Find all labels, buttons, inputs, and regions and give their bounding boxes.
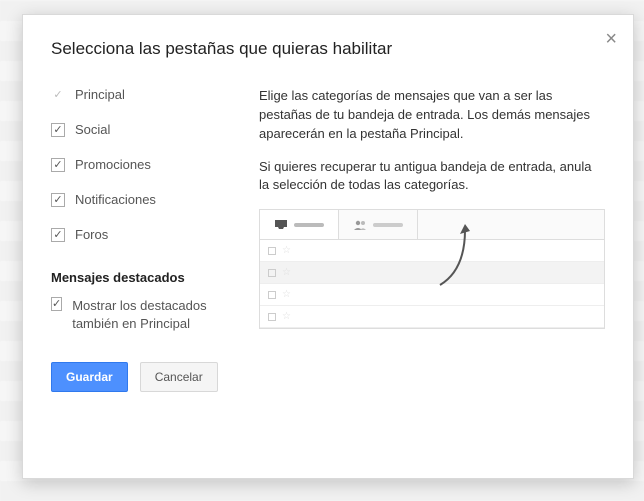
description-paragraph-1: Elige las categorías de mensajes que van…: [259, 87, 605, 144]
star-icon: ☆: [282, 289, 291, 300]
checkbox-social[interactable]: ✓: [51, 123, 65, 137]
tab-option-label: Social: [75, 122, 110, 137]
description-paragraph-2: Si quieres recuperar tu antigua bandeja …: [259, 158, 605, 196]
preview-message-list: ☆ ☆ ☆ ☆: [260, 240, 604, 328]
preview-tab-placeholder: [373, 223, 403, 227]
star-icon: ☆: [282, 267, 291, 278]
starred-section-header: Mensajes destacados: [51, 270, 231, 285]
inbox-icon: [274, 219, 288, 231]
preview-message-row: ☆: [260, 284, 604, 306]
preview-message-row: ☆: [260, 306, 604, 328]
people-icon: [353, 219, 367, 231]
checkbox-promociones[interactable]: ✓: [51, 158, 65, 172]
preview-tab-primary: [260, 210, 339, 239]
tab-options-column: ✓ Principal ✓ Social ✓ Promociones ✓ Not…: [51, 87, 231, 332]
tab-option-social[interactable]: ✓ Social: [51, 122, 231, 137]
dialog-title: Selecciona las pestañas que quieras habi…: [51, 39, 605, 59]
cancel-button[interactable]: Cancelar: [140, 362, 218, 392]
tab-option-label: Promociones: [75, 157, 151, 172]
preview-tab-social: [339, 210, 418, 239]
tab-option-foros[interactable]: ✓ Foros: [51, 227, 231, 242]
checkbox-notificaciones[interactable]: ✓: [51, 193, 65, 207]
dialog-content: ✓ Principal ✓ Social ✓ Promociones ✓ Not…: [51, 87, 605, 332]
preview-tab-strip: [260, 210, 604, 240]
preview-tab-placeholder: [294, 223, 324, 227]
checkbox-starred[interactable]: ✓: [51, 297, 62, 311]
inbox-tabs-dialog: × Selecciona las pestañas que quieras ha…: [22, 14, 634, 479]
star-icon: ☆: [282, 311, 291, 322]
tab-option-label: Principal: [75, 87, 125, 102]
starred-option[interactable]: ✓ Mostrar los destacados también en Prin…: [51, 297, 231, 332]
tab-option-principal: ✓ Principal: [51, 87, 231, 102]
tab-option-label: Notificaciones: [75, 192, 156, 207]
close-icon[interactable]: ×: [605, 29, 617, 49]
tab-option-promociones[interactable]: ✓ Promociones: [51, 157, 231, 172]
check-icon: ✓: [51, 88, 65, 102]
tab-option-label: Foros: [75, 227, 108, 242]
preview-message-row: ☆: [260, 262, 604, 284]
preview-message-row: ☆: [260, 240, 604, 262]
dialog-button-row: Guardar Cancelar: [51, 362, 605, 392]
description-column: Elige las categorías de mensajes que van…: [259, 87, 605, 332]
star-icon: ☆: [282, 245, 291, 256]
inbox-preview: ☆ ☆ ☆ ☆: [259, 209, 605, 329]
starred-option-label: Mostrar los destacados también en Princi…: [72, 297, 231, 332]
save-button[interactable]: Guardar: [51, 362, 128, 392]
tab-option-notificaciones[interactable]: ✓ Notificaciones: [51, 192, 231, 207]
checkbox-foros[interactable]: ✓: [51, 228, 65, 242]
